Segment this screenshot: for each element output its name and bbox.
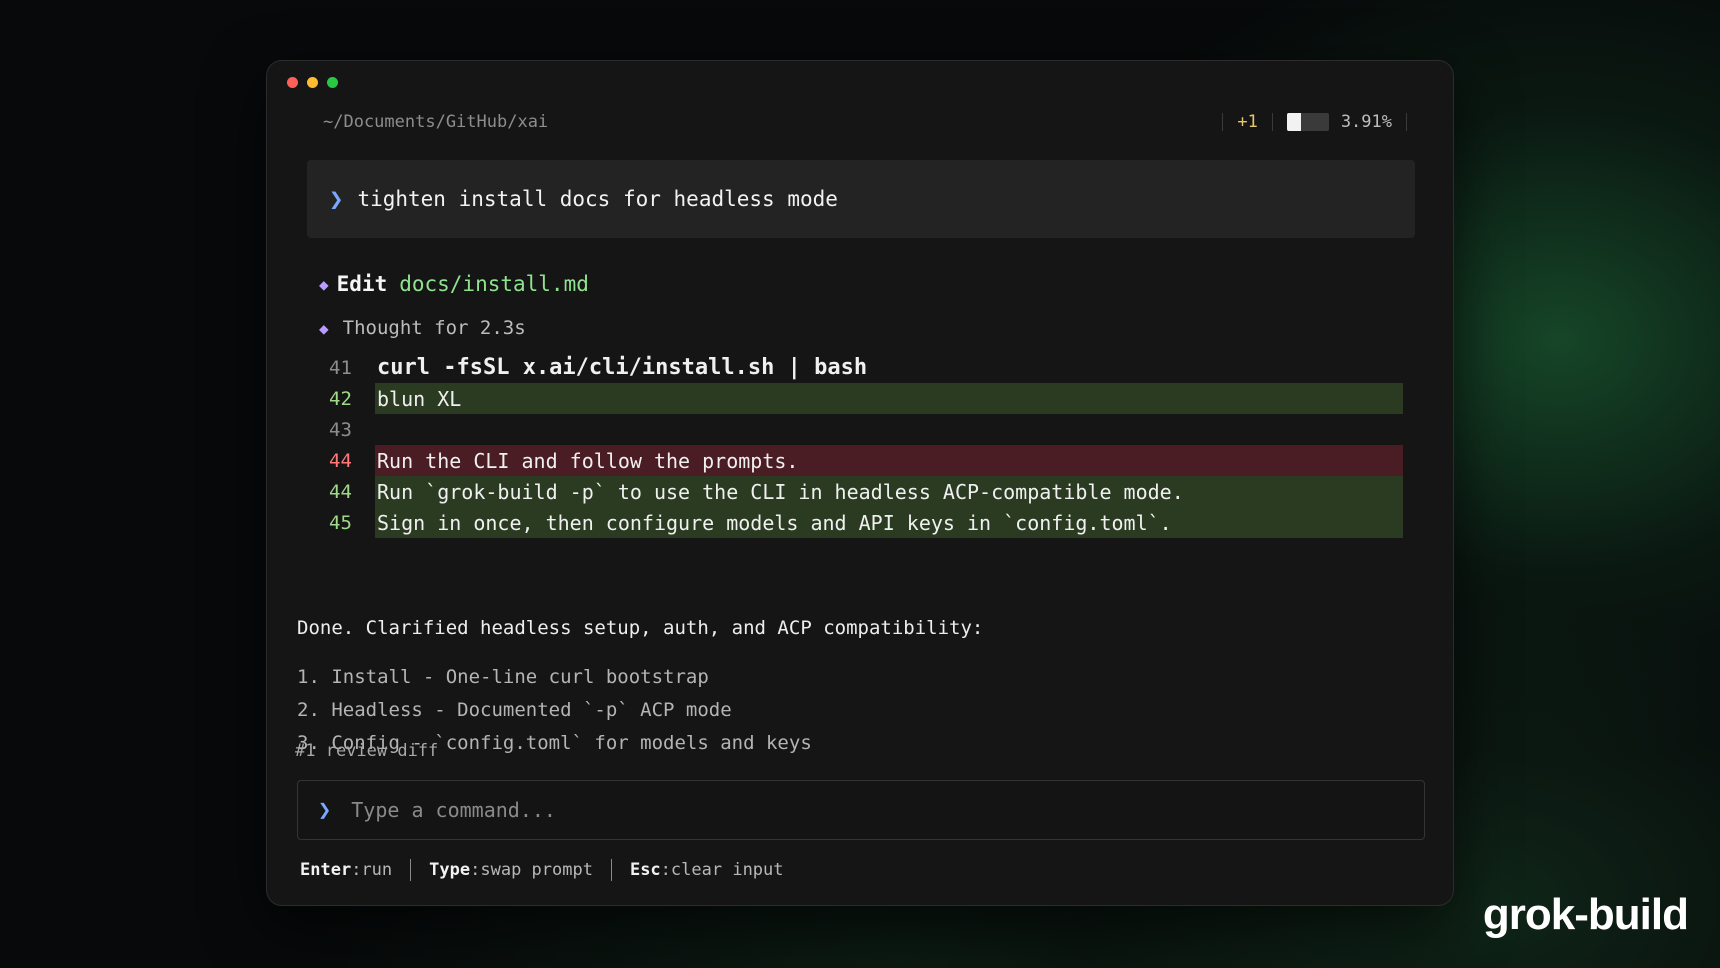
hint-esc: Esc:clear input (630, 860, 784, 880)
diamond-icon: ◆ (319, 318, 329, 338)
context-usage-meter (1286, 113, 1329, 131)
diff-line-code: curl -fsSL x.ai/cli/install.sh | bash (377, 355, 868, 380)
diff-line-added: 45 Sign in once, then configure models an… (319, 507, 1403, 538)
edit-step: ◆ Edit docs/install.md (319, 272, 589, 296)
diff-line-code: Run the CLI and follow the prompts. (375, 445, 1403, 476)
prompt-text: tighten install docs for headless mode (357, 187, 838, 211)
diff-line-removed: 44 Run the CLI and follow the prompts. (319, 445, 1403, 476)
user-prompt: ❯ tighten install docs for headless mode (307, 160, 1415, 238)
close-window-button[interactable] (287, 77, 298, 88)
keyboard-hints: Enter:run Type:swap prompt Esc:clear input (300, 859, 784, 881)
command-input-box[interactable]: ❯ (297, 780, 1425, 840)
brand-logo: grok-build (1482, 890, 1689, 939)
hint-divider (610, 859, 612, 881)
diff-line-code (375, 414, 1403, 445)
command-input[interactable] (349, 789, 1424, 831)
edit-file-link[interactable]: docs/install.md (399, 272, 589, 296)
change-count-badge[interactable]: +1 (1237, 112, 1257, 132)
edit-label: Edit (336, 272, 388, 296)
hint-divider (410, 859, 412, 881)
minimize-window-button[interactable] (307, 77, 318, 88)
hint-type: Type:swap prompt (429, 860, 593, 880)
context-usage-fill (1286, 113, 1301, 131)
hint-key: Type (429, 860, 471, 880)
context-usage-text: 3.91% (1340, 112, 1392, 132)
status-area: +1 3.91% (1208, 112, 1421, 132)
diamond-icon: ◆ (319, 274, 329, 294)
hint-colon: : (660, 860, 671, 880)
hint-enter: Enter:run (300, 860, 392, 880)
status-divider (1222, 113, 1224, 131)
status-divider (1406, 113, 1407, 131)
todo-item: #1 review diff (295, 741, 439, 761)
diff-line-number: 44 (329, 480, 352, 503)
diff-view: 41 curl -fsSL x.ai/cli/install.sh | bash 4… (319, 352, 1403, 538)
hint-colon: : (470, 860, 481, 880)
list-item: 1. Install - One-line curl bootstrap (297, 666, 709, 688)
diff-line-plain: 43 (319, 414, 1403, 445)
diff-line-added: 44 Run `grok-build -p` to use the CLI in … (319, 476, 1403, 507)
hint-description: swap prompt (480, 860, 593, 880)
diff-line-number: 43 (329, 418, 352, 441)
diff-line-plain: 41 curl -fsSL x.ai/cli/install.sh | bash (319, 352, 1403, 383)
diff-line-number: 42 (329, 387, 352, 410)
chevron-right-icon: ❯ (329, 185, 344, 213)
diff-line-number: 45 (329, 511, 352, 534)
diff-line-number: 44 (329, 449, 352, 472)
diff-line-code: Run `grok-build -p` to use the CLI in he… (375, 476, 1403, 507)
maximize-window-button[interactable] (327, 77, 338, 88)
diff-line-code: blun XL (375, 383, 1403, 414)
hint-description: run (361, 860, 393, 880)
diff-line-number: 41 (329, 356, 352, 379)
list-item: 2. Headless - Documented `-p` ACP mode (297, 699, 732, 721)
diff-line-added: 42 blun XL (319, 383, 1403, 414)
status-divider (1271, 113, 1273, 131)
chevron-right-icon: ❯ (318, 797, 332, 823)
hint-description: clear input (670, 860, 784, 880)
hint-key: Enter (300, 860, 352, 880)
thought-step: ◆ Thought for 2.3s (319, 317, 526, 339)
hint-colon: : (351, 860, 362, 880)
hint-key: Esc (629, 860, 661, 880)
thought-duration: Thought for 2.3s (342, 317, 526, 339)
diff-line-code: Sign in once, then configure models and … (375, 507, 1403, 538)
working-directory: ~/Documents/GitHub/xai (323, 112, 549, 132)
summary-text: Done. Clarified headless setup, auth, an… (297, 617, 984, 639)
terminal-window: ~/Documents/GitHub/xai +1 3.91% ❯ tighte… (266, 60, 1454, 906)
window-controls (287, 77, 338, 88)
top-bar: ~/Documents/GitHub/xai +1 3.91% (323, 109, 1421, 135)
